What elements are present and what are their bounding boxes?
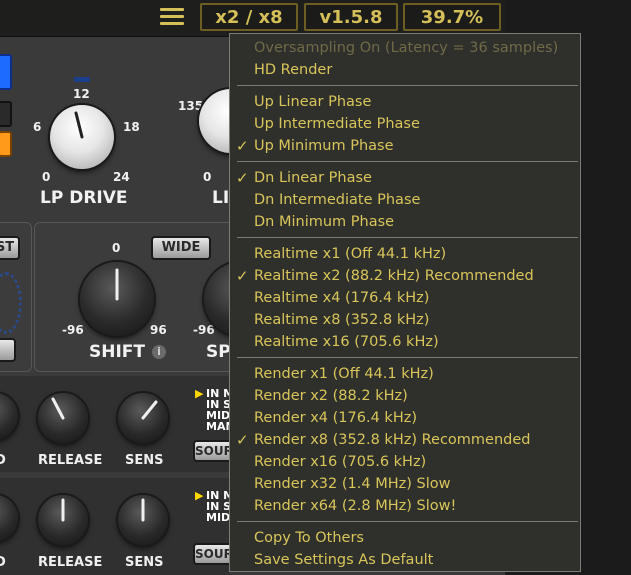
menu-item-label: Render x1 (Off 44.1 kHz) xyxy=(254,366,434,382)
menu-item[interactable]: ✓ Up Minimum Phase xyxy=(236,135,394,157)
menu-item-label: Save Settings As Default xyxy=(254,552,434,568)
menu-separator xyxy=(237,161,578,162)
menu-item[interactable]: Copy To Others xyxy=(254,527,364,549)
wide-button[interactable]: WIDE xyxy=(151,236,211,260)
checkmark-icon: ✓ xyxy=(236,267,249,285)
row2-source-button[interactable]: SOUR xyxy=(193,543,233,565)
menu-item-label: Up Minimum Phase xyxy=(254,138,394,154)
menu-item[interactable]: Dn Intermediate Phase xyxy=(254,189,420,211)
menu-item-label: Copy To Others xyxy=(254,530,364,546)
checkmark-icon: ✓ xyxy=(236,137,249,155)
row1-sens-knob[interactable] xyxy=(118,393,168,443)
info-icon[interactable]: i xyxy=(152,345,166,359)
checkmark-icon: ✓ xyxy=(236,431,249,449)
menu-separator xyxy=(237,237,578,238)
menu-item[interactable]: Render x16 (705.6 kHz) xyxy=(254,451,426,473)
menu-item[interactable]: Realtime x16 (705.6 kHz) xyxy=(254,331,439,353)
menu-item-label: Render x32 (1.4 MHz) Slow xyxy=(254,476,451,492)
menu-item-label: Realtime x2 (88.2 kHz) Recommended xyxy=(254,268,534,284)
row2-release-knob[interactable] xyxy=(38,495,88,545)
lp-drive-knob[interactable] xyxy=(50,105,114,169)
row2-left-label: D xyxy=(0,555,6,570)
menu-item[interactable]: Up Intermediate Phase xyxy=(254,113,420,135)
row2-selected-indicator-icon: ▶ xyxy=(195,489,204,502)
row2-sens-knob[interactable] xyxy=(118,495,168,545)
menu-item-label: Oversampling On (Latency = 36 samples) xyxy=(254,40,559,56)
menu-item-label: Realtime x16 (705.6 kHz) xyxy=(254,334,439,350)
lp-drive-tick-12: 12 xyxy=(73,87,90,101)
menu-item-label: Dn Minimum Phase xyxy=(254,214,395,230)
shift-tick-0: 0 xyxy=(112,241,121,255)
menu-item[interactable]: Realtime x1 (Off 44.1 kHz) xyxy=(254,243,446,265)
left-small-button[interactable] xyxy=(0,338,16,362)
menu-item[interactable]: Realtime x4 (176.4 kHz) xyxy=(254,287,429,309)
oversampling-button[interactable]: x2 / x8 xyxy=(200,3,298,31)
row1-source-button[interactable]: SOUR xyxy=(193,440,233,462)
lp-drive-tick-0: 0 xyxy=(42,170,51,184)
second-knob-tick-0: 0 xyxy=(203,170,212,184)
row1-release-label: RELEASE xyxy=(38,453,103,468)
second-shift-label: SP xyxy=(206,342,231,362)
cpu-usage-button[interactable]: 39.7% xyxy=(403,3,501,31)
menu-item: Oversampling On (Latency = 36 samples) xyxy=(254,37,558,59)
version-button[interactable]: v1.5.8 xyxy=(304,3,398,31)
st-button[interactable]: ST xyxy=(0,236,20,260)
row1-sens-label: SENS xyxy=(125,453,164,468)
row1-selected-indicator-icon: ▶ xyxy=(195,387,204,400)
menu-item-label: HD Render xyxy=(254,62,333,78)
hamburger-menu-icon[interactable] xyxy=(160,8,184,26)
shift-knob[interactable] xyxy=(80,262,154,336)
menu-item-label: Up Linear Phase xyxy=(254,94,372,110)
menu-item-label: Dn Intermediate Phase xyxy=(254,192,421,208)
lp-drive-meter xyxy=(74,77,90,82)
menu-separator xyxy=(237,357,578,358)
lp-drive-tick-6: 6 xyxy=(33,120,42,134)
menu-item[interactable]: Dn Minimum Phase xyxy=(254,211,394,233)
menu-item[interactable]: HD Render xyxy=(254,59,332,81)
checkmark-icon: ✓ xyxy=(236,169,249,187)
menu-item[interactable]: ✓ Render x8 (352.8 kHz) Recommended xyxy=(236,429,531,451)
lp-drive-label: LP DRIVE xyxy=(40,188,128,208)
menu-item[interactable]: Render x2 (88.2 kHz) xyxy=(254,385,408,407)
menu-separator xyxy=(237,85,578,86)
blue-led-indicator[interactable] xyxy=(0,54,12,90)
menu-item[interactable]: ✓ Dn Linear Phase xyxy=(236,167,372,189)
menu-item-label: Render x4 (176.4 kHz) xyxy=(254,410,417,426)
shift-label: SHIFT xyxy=(89,342,146,362)
lp-drive-tick-18: 18 xyxy=(123,120,140,134)
menu-item[interactable]: Render x64 (2.8 MHz) Slow! xyxy=(254,495,456,517)
menu-item[interactable]: Up Linear Phase xyxy=(254,91,371,113)
menu-item-label: Render x16 (705.6 kHz) xyxy=(254,454,427,470)
menu-item-label: Realtime x4 (176.4 kHz) xyxy=(254,290,430,306)
menu-item[interactable]: ✓ Realtime x2 (88.2 kHz) Recommended xyxy=(236,265,534,287)
menu-item-label: Dn Linear Phase xyxy=(254,170,372,186)
menu-item-label: Render x64 (2.8 MHz) Slow! xyxy=(254,498,457,514)
dark-led-indicator[interactable] xyxy=(0,101,12,127)
menu-item-label: Realtime x8 (352.8 kHz) xyxy=(254,312,430,328)
menu-item[interactable]: Save Settings As Default xyxy=(254,549,433,571)
row2-sens-label: SENS xyxy=(125,555,164,570)
menu-item-label: Up Intermediate Phase xyxy=(254,116,420,132)
oversampling-context-menu: Oversampling On (Latency = 36 samples) HD… xyxy=(229,33,581,572)
menu-item[interactable]: Realtime x8 (352.8 kHz) xyxy=(254,309,429,331)
second-lp-label: LI xyxy=(212,188,230,208)
menu-item[interactable]: Render x32 (1.4 MHz) Slow xyxy=(254,473,450,495)
menu-item-label: Render x2 (88.2 kHz) xyxy=(254,388,408,404)
orange-led-indicator[interactable] xyxy=(0,131,12,157)
lp-drive-tick-24: 24 xyxy=(113,170,130,184)
menu-item[interactable]: Render x1 (Off 44.1 kHz) xyxy=(254,363,434,385)
row2-release-label: RELEASE xyxy=(38,555,103,570)
row1-left-label: D xyxy=(0,453,6,468)
row1-release-knob[interactable] xyxy=(38,393,88,443)
menu-item-label: Realtime x1 (Off 44.1 kHz) xyxy=(254,246,447,262)
menu-item[interactable]: Render x4 (176.4 kHz) xyxy=(254,407,417,429)
second-shift-tick-neg96: -96 xyxy=(193,323,215,337)
menu-separator xyxy=(237,521,578,522)
menu-item-label: Render x8 (352.8 kHz) Recommended xyxy=(254,432,531,448)
top-toolbar: x2 / x8 v1.5.8 39.7% xyxy=(0,0,505,37)
